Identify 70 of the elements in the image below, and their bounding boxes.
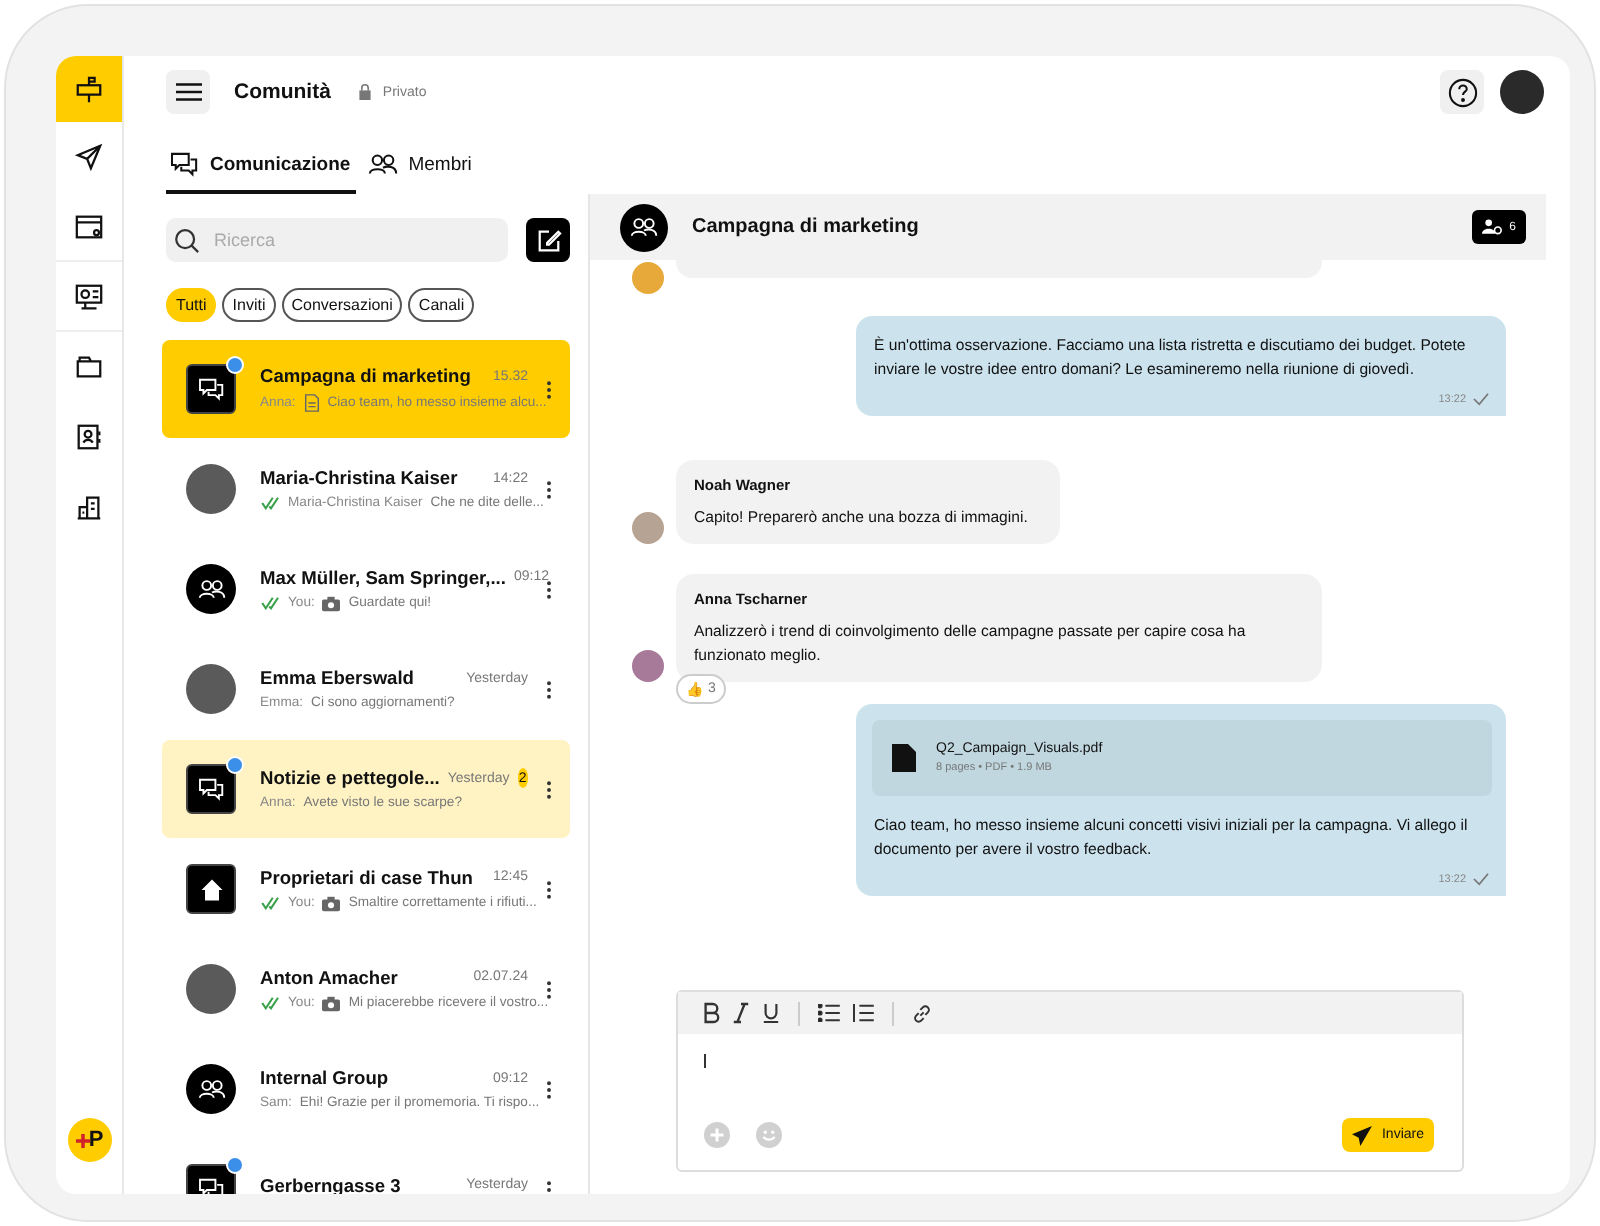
more-options-icon[interactable] [544,479,554,499]
more-options-icon[interactable] [544,379,554,399]
avatar-photo-placeholder [186,664,236,714]
contact-card-icon [74,421,104,451]
chat-name: Campagna di marketing [260,366,473,386]
chat-name: Emma Eberswald [260,668,416,688]
avatar-photo-placeholder [186,964,236,1014]
sent-check-icon [1472,392,1490,406]
search-field[interactable]: Ricerca [166,218,508,262]
logo: P [68,1118,112,1162]
help-button[interactable] [1440,70,1484,114]
filter-chip[interactable]: Conversazioni [281,288,403,322]
tab[interactable]: Comunicazione [166,146,357,194]
filter-chip[interactable]: Inviti [222,288,276,322]
conversation-title: Campagna di marketing [692,216,919,238]
more-options-icon[interactable] [544,979,554,999]
italic-icon[interactable] [732,1002,750,1024]
underline-icon[interactable] [762,1002,780,1024]
user-avatar[interactable] [1500,70,1544,114]
more-options-icon[interactable] [544,579,554,599]
menu-button[interactable] [166,70,210,114]
house-avatar [186,864,236,914]
more-options-icon[interactable] [544,879,554,899]
chat-name: Notizie e pettegole... [260,768,440,788]
menu-icon [175,82,201,102]
chat-name: Anton Amacher [260,967,400,987]
sent-check-icon [1472,872,1490,886]
avatar-photo-placeholder [632,262,664,294]
people-icon [368,152,399,176]
paper-plane-icon [74,141,104,171]
chat-bubbles-icon [170,151,200,177]
page-title: Comunità [234,80,331,104]
bullet-list-icon[interactable] [818,1004,840,1022]
paper-plane-icon [1351,1125,1372,1145]
avatar-photo-placeholder [632,512,664,544]
chat-name: Max Müller, Sam Springer,... [260,567,506,587]
filter-chip[interactable]: Tutti [166,288,217,322]
more-options-icon[interactable] [544,679,554,699]
search-icon [174,227,200,253]
chat-name: Internal Group [260,1068,391,1088]
avatar-photo-placeholder [186,464,236,514]
more-options-icon[interactable] [544,1179,554,1194]
member-settings-icon [1481,218,1502,236]
folder-icon [74,351,104,381]
more-options-icon[interactable] [544,1079,554,1099]
compose-button[interactable] [526,218,570,262]
lock-icon [358,84,373,100]
buildings-icon [74,491,104,521]
edit-icon [535,227,561,253]
chat-group-avatar [186,764,236,814]
numbered-list-icon[interactable] [852,1004,874,1022]
chat-name: Maria-Christina Kaiser [260,468,460,488]
group-avatar [620,203,668,251]
monitor-icon [74,281,104,311]
mailbox-icon [74,73,104,103]
group-avatar [186,564,236,614]
pdf-file-icon [892,744,916,772]
chat-group-avatar [186,364,236,414]
help-icon [1447,77,1477,107]
bold-icon[interactable] [702,1002,720,1024]
tab[interactable]: Membri [364,146,478,194]
filter-chip[interactable]: Canali [408,288,475,322]
browser-window-icon [74,211,104,241]
more-options-icon[interactable] [544,779,554,799]
chat-name: Proprietari di case Thun [260,867,475,887]
search-input[interactable]: Ricerca [210,228,450,252]
avatar-photo-placeholder [632,650,664,682]
group-avatar [186,1064,236,1114]
link-icon[interactable] [912,1003,932,1023]
nav-button[interactable] [56,56,122,122]
